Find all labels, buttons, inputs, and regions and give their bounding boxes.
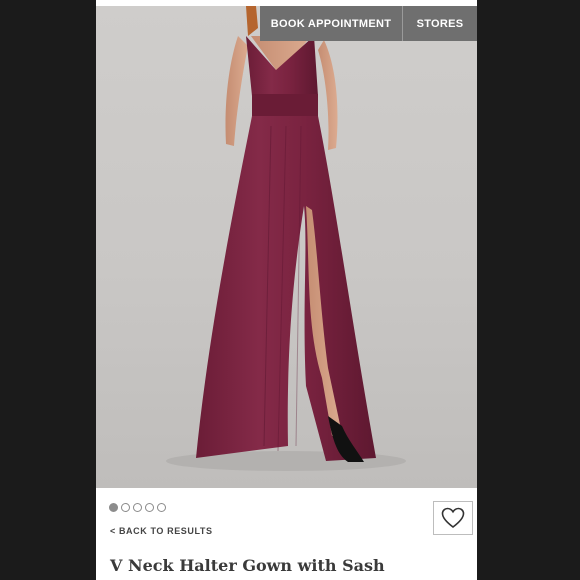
product-title: V Neck Halter Gown with Sash [110,556,385,575]
gallery-dot[interactable] [157,503,166,512]
top-nav: BOOK APPOINTMENT STORES [260,6,477,41]
gallery-dot[interactable] [133,503,142,512]
product-page: BOOK APPOINTMENT STORES < BACK TO RESULT… [96,0,477,580]
stores-button[interactable]: STORES [403,6,477,41]
back-to-results-link[interactable]: < BACK TO RESULTS [110,526,213,536]
sash [252,94,318,116]
gallery-dots [109,503,166,512]
heart-outline-icon [441,507,465,529]
book-appointment-button[interactable]: BOOK APPOINTMENT [260,6,403,41]
hair [246,6,258,36]
left-arm [225,36,248,146]
gallery-dot[interactable] [121,503,130,512]
gown-illustration [166,6,406,471]
skirt [196,116,376,461]
gallery-dot[interactable] [109,503,118,512]
favorite-button[interactable] [433,501,473,535]
product-image[interactable] [96,6,477,488]
gallery-dot[interactable] [145,503,154,512]
